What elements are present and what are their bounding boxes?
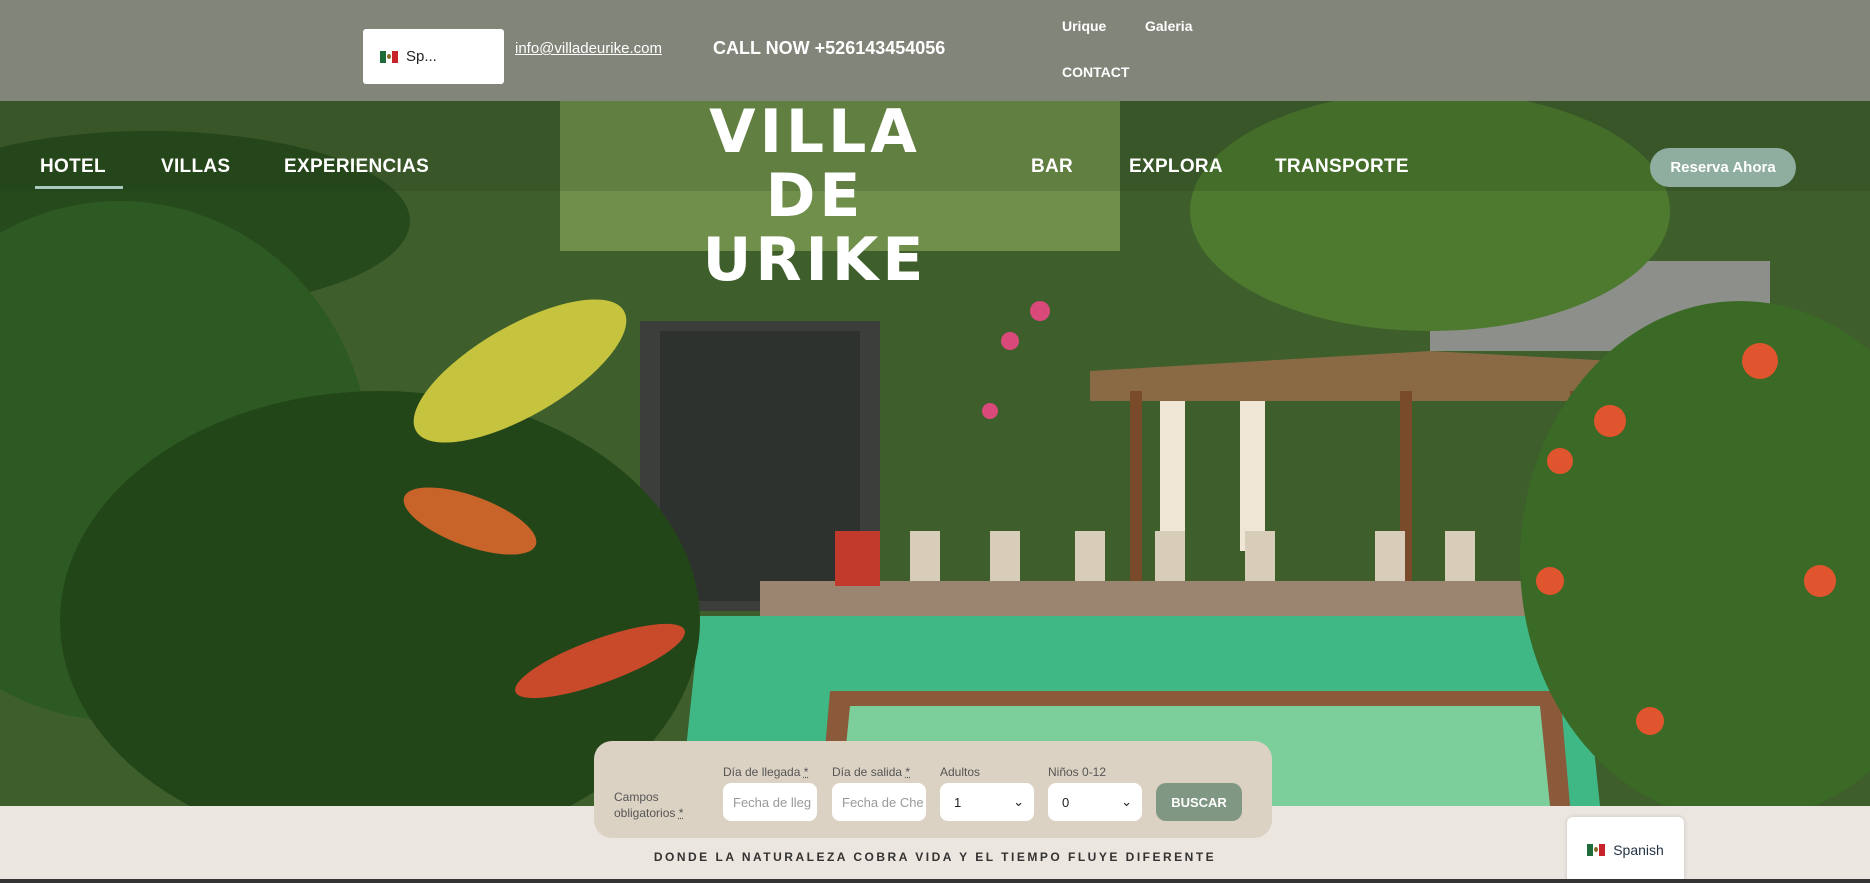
arrival-label: Día de llegada * (723, 765, 809, 779)
adults-value: 1 (954, 794, 962, 810)
nav-explora[interactable]: EXPLORA (1129, 156, 1223, 178)
logo-line-2: URIKE (702, 225, 928, 295)
bottom-border (0, 879, 1870, 883)
logo-line-1: VILLA DE (709, 97, 921, 231)
chevron-down-icon: ⌄ (1013, 794, 1024, 809)
departure-label: Día de salida * (832, 765, 911, 779)
language-widget-label: Spanish (1613, 842, 1664, 858)
children-label: Niños 0-12 (1048, 765, 1107, 779)
nav-hotel[interactable]: HOTEL (40, 156, 106, 178)
language-selector[interactable]: Sp... (363, 29, 504, 84)
top-link-galeria[interactable]: Galeria (1145, 18, 1192, 34)
site-logo[interactable]: VILLA DE URIKE (690, 100, 940, 292)
mexico-flag-icon (1587, 844, 1606, 856)
top-bar: Sp... info@villadeurike.com CALL NOW +52… (0, 0, 1870, 101)
nav-villas[interactable]: VILLAS (161, 156, 230, 178)
chevron-down-icon: ⌄ (1121, 794, 1132, 809)
departure-date-input[interactable]: Fecha de Che (832, 783, 926, 821)
required-fields-note: Campos obligatorios * (614, 790, 684, 820)
search-button[interactable]: BUSCAR (1156, 783, 1242, 821)
children-select[interactable]: 0 ⌄ (1048, 783, 1142, 821)
nav-active-indicator (35, 186, 123, 189)
adults-label: Adultos (940, 765, 981, 779)
reserve-now-button[interactable]: Reserva Ahora (1650, 148, 1796, 187)
email-link[interactable]: info@villadeurike.com (515, 40, 662, 57)
children-value: 0 (1062, 794, 1070, 810)
nav-transporte[interactable]: TRANSPORTE (1275, 156, 1409, 178)
language-widget[interactable]: Spanish (1567, 817, 1684, 883)
top-link-contact[interactable]: CONTACT (1062, 64, 1129, 80)
mexico-flag-icon (380, 50, 398, 63)
nav-experiencias[interactable]: EXPERIENCIAS (284, 156, 429, 178)
language-label: Sp... (406, 48, 437, 65)
nav-bar[interactable]: BAR (1031, 156, 1073, 178)
adults-select[interactable]: 1 ⌄ (940, 783, 1034, 821)
arrival-date-input[interactable]: Fecha de lleg (723, 783, 817, 821)
phone-number[interactable]: CALL NOW +526143454056 (713, 38, 945, 59)
top-link-urique[interactable]: Urique (1062, 18, 1106, 34)
